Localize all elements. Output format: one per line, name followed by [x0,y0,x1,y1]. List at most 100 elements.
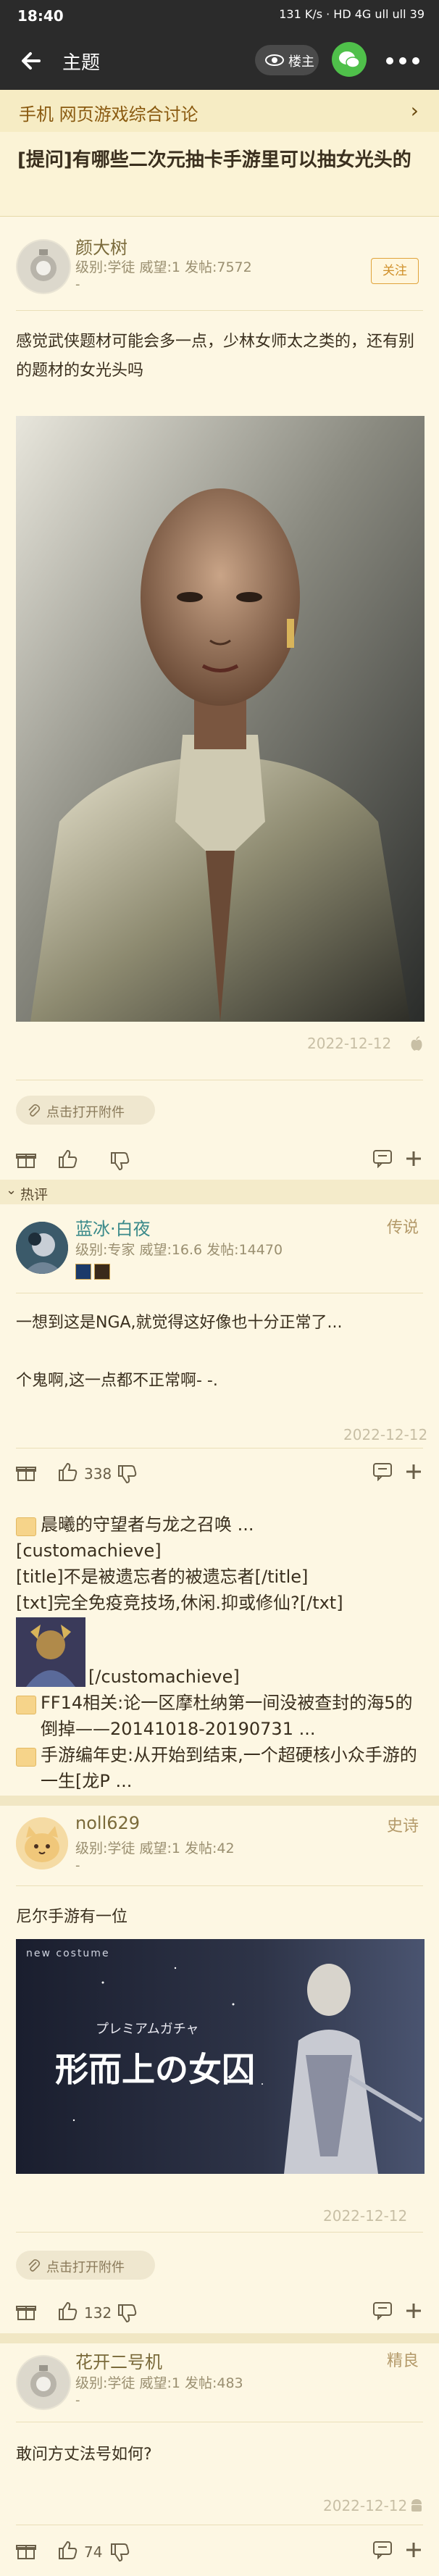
signature-line[interactable]: 晨曦的守望者与龙之召唤 ... [41,1512,425,1538]
reply-date: 2022-12-12 [343,1426,428,1443]
thumbs-up-icon[interactable] [57,1461,78,1483]
thumbs-down-icon[interactable] [109,2542,130,2564]
like-count: 338 [84,1465,112,1483]
banner-subtitle: プレミアムガチャ [96,2022,199,2037]
gift-icon[interactable] [16,1462,36,1483]
avatar[interactable] [16,1817,68,1870]
plus-icon[interactable] [404,2540,423,2559]
gift-icon[interactable] [16,2540,36,2561]
android-icon [411,2499,422,2512]
back-arrow-icon [22,52,41,70]
reply-username[interactable]: noll629 [75,1813,140,1833]
reply-rank-tag: 史诗 [387,1817,419,1835]
section-separator [0,2333,439,2343]
reply-rank-tag: 传说 [387,1219,419,1237]
avatar[interactable] [16,1222,68,1274]
reply-signature-dash: - [75,2393,80,2408]
thumbs-down-icon[interactable] [116,1464,138,1485]
character-portrait-image [16,1617,85,1687]
more-menu-button[interactable] [382,45,423,77]
like-count: 74 [84,2543,103,2561]
comment-icon[interactable] [372,2301,393,2320]
app-header: 主题 楼主 [0,32,439,90]
signature-line: [title]不是被遗忘者的被遗忘者[/title] [16,1567,309,1587]
thumbs-up-icon[interactable] [57,1148,78,1170]
wechat-icon [339,51,360,68]
avatar-icon [17,2356,70,2409]
back-button[interactable] [17,45,49,77]
signature-badge-icon [16,1748,36,1767]
comment-icon[interactable] [372,1149,393,1168]
bald-woman-portrait-image [16,416,425,1022]
follow-button[interactable]: 关注 [371,258,419,284]
like-count: 132 [84,2304,112,2322]
op-meta: 级别:学徒 威望:1 发帖:7572 [75,259,252,275]
op-username[interactable]: 颜大树 [75,233,127,259]
avatar[interactable] [16,239,71,294]
op-signature-dash: - [75,277,80,292]
thumbs-down-icon[interactable] [116,2303,138,2325]
hot-comments-bar[interactable]: ⌄ 热评 [0,1180,439,1204]
thumbs-down-icon[interactable] [109,1151,130,1172]
gift-icon[interactable] [16,1149,36,1170]
status-bar: 18:40 131 K/s · HD 4G ull ull 39 [0,0,439,32]
signature-badge-icon [16,1696,36,1714]
avatar[interactable] [16,2355,71,2410]
signature-image [16,1617,85,1687]
forum-name: 手机 网页游戏综合讨论 [19,104,198,125]
op-post-image[interactable] [16,416,425,1022]
banner-top-text: new costume [26,1948,110,1959]
plus-icon[interactable] [404,1462,423,1481]
op-post-date: 2022-12-12 [307,1035,392,1052]
signature-link[interactable]: FF14相关:论一区摩杜纳第一间没被查封的海5的倒掉——20141018-201… [41,1690,425,1742]
signature-line: [/customachieve] [88,1667,240,1687]
reply-meta: 级别:学徒 威望:1 发帖:483 [75,2375,243,2391]
open-attachment-button[interactable]: 点击打开附件 [16,2251,155,2280]
status-indicators: 131 K/s · HD 4G ull ull 39 [279,7,425,21]
open-attachment-button[interactable]: 点击打开附件 [16,1096,155,1125]
status-time: 18:40 [17,7,64,25]
plus-icon[interactable] [404,2301,423,2320]
reply-meta: 级别:专家 威望:16.6 发帖:14470 [75,1242,283,1258]
forum-breadcrumb[interactable]: 手机 网页游戏综合讨论 › [0,90,439,133]
thumbs-up-icon[interactable] [57,2300,78,2322]
reply-post-image[interactable]: new costume プレミアムガチャ 形而上の女囚 [16,1939,425,2174]
reply-text: 敢问方丈法号如何? [16,2446,152,2464]
signature-line: [customachieve] [16,1541,162,1561]
thread-title: [提问]有哪些二次元抽卡手游里可以抽女光头的 [17,149,411,171]
gift-icon[interactable] [16,2301,36,2322]
cat-avatar-icon [16,1817,68,1870]
hot-comments-label: 热评 [20,1187,49,1203]
medal-badge [94,1264,110,1280]
open-attachment-label: 点击打开附件 [46,2260,125,2275]
reply-meta: 级别:学徒 威望:1 发帖:42 [75,1841,235,1856]
divider [16,310,423,311]
comment-icon[interactable] [372,2540,393,2559]
signature-badge-icon [16,1517,36,1536]
only-op-button[interactable]: 楼主 [255,45,319,75]
signature-link[interactable]: 手游编年史:从开始到结束,一个超硬核小众手游的一生[龙P ... [41,1742,425,1794]
divider [16,1885,423,1886]
banner-title: 形而上の女囚 [55,2050,255,2089]
thumbs-up-icon[interactable] [57,2539,78,2561]
paperclip-icon [28,2259,41,2272]
medal-badge [75,1264,91,1280]
paperclip-icon [28,1104,41,1117]
wechat-share-button[interactable] [332,42,367,77]
thread-title-bar: [提问]有哪些二次元抽卡手游里可以抽女光头的 [0,132,439,217]
reply-username[interactable]: 花开二号机 [75,2348,162,2373]
eye-icon [265,54,284,66]
reply-text: 尼尔手游有一位 [16,1908,128,1926]
reply-rank-tag: 精良 [387,2352,419,2370]
open-attachment-label: 点击打开附件 [46,1105,125,1120]
signature-line: [txt]完全免疫竞技场,休闲.抑或修仙?[/txt] [16,1593,343,1613]
reply-date: 2022-12-12 [323,2497,408,2514]
comment-icon[interactable] [372,1462,393,1481]
op-post-text: 感觉武侠题材可能会多一点，少林女师太之类的，还有别的题材的女光头吗 [16,333,415,380]
section-separator [0,1796,439,1806]
reply-signature-dash: - [75,1858,80,1873]
reply-username[interactable]: 蓝冰·白夜 [75,1214,151,1240]
reply-text-line: 个鬼啊,这一点都不正常啊- -. [16,1372,218,1390]
plus-icon[interactable] [404,1149,423,1168]
chevron-down-icon: ⌄ [6,1183,17,1198]
